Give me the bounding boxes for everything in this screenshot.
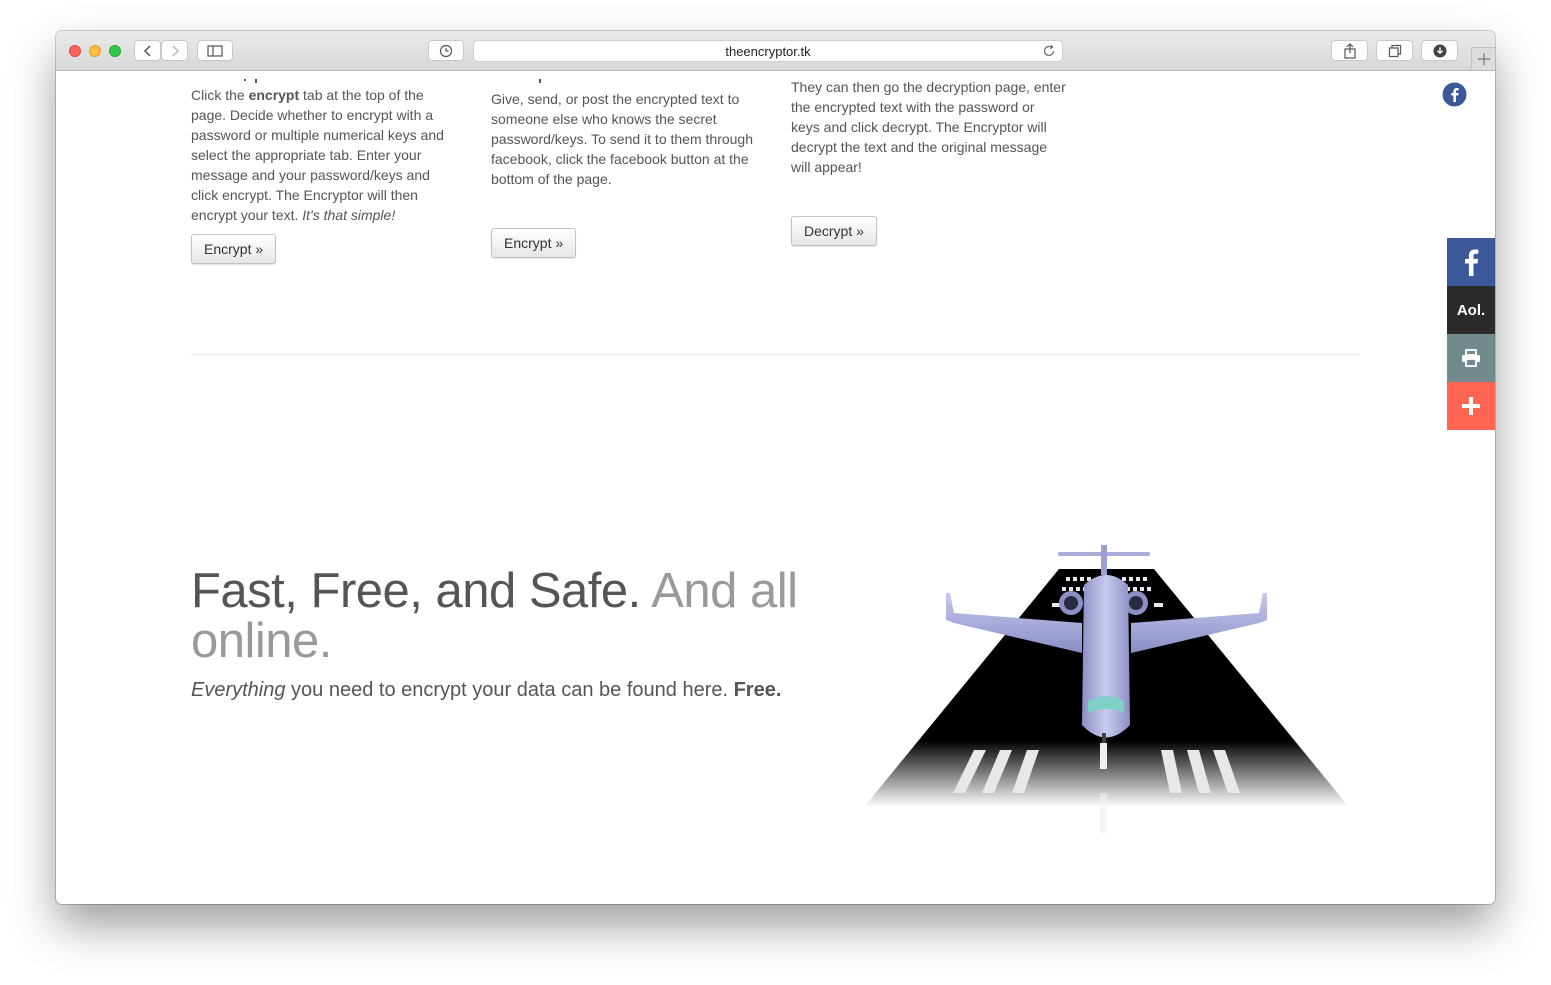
tabs-icon: [1388, 44, 1401, 57]
encrypt-button[interactable]: Encrypt »: [191, 234, 277, 264]
encrypt-button-2[interactable]: Encrypt »: [491, 228, 577, 258]
new-tab-button[interactable]: [1471, 47, 1495, 70]
plus-icon: [1477, 53, 1490, 65]
reload-icon[interactable]: [1042, 44, 1056, 58]
page-content: Click the encrypt tab at the top of the …: [56, 71, 1495, 904]
clock-icon: [439, 44, 453, 57]
step-send-text: Give, send, or post the encrypted text t…: [491, 91, 753, 187]
share-more-button[interactable]: [1447, 382, 1495, 430]
hero-title: Fast, Free, and Safe. And all online.: [191, 564, 798, 668]
downloads-button[interactable]: [1421, 40, 1458, 61]
section-divider: [191, 354, 1360, 355]
browser-window: theencryptor.tk Click the encrypt tab at…: [56, 31, 1495, 904]
share-aol-button[interactable]: Aol.: [1447, 286, 1495, 334]
zoom-window-button[interactable]: [109, 45, 121, 57]
aol-label: Aol.: [1456, 301, 1486, 319]
sidebar-toggle-button[interactable]: [197, 40, 233, 61]
share-print-button[interactable]: [1447, 334, 1495, 382]
tabs-overview-button[interactable]: [1376, 40, 1413, 61]
sidebar-icon: [207, 44, 223, 57]
decrypt-button[interactable]: Decrypt »: [791, 216, 877, 246]
minimize-window-button[interactable]: [89, 45, 101, 57]
url-text: theencryptor.tk: [725, 44, 811, 59]
printer-icon: [1462, 349, 1480, 367]
step-encrypt-column: Click the encrypt tab at the top of the …: [191, 85, 461, 225]
share-facebook-button[interactable]: [1447, 238, 1495, 286]
step-send-column: Give, send, or post the encrypted text t…: [491, 89, 766, 189]
address-bar[interactable]: theencryptor.tk: [473, 40, 1063, 62]
heading-fragment: [242, 71, 262, 83]
plus-icon: [1462, 397, 1480, 415]
step-encrypt-text: Click the encrypt tab at the top of the …: [191, 87, 444, 223]
heading-fragment: [535, 71, 547, 83]
chevron-right-icon: [171, 44, 179, 57]
share-icon: [1343, 42, 1356, 59]
chevron-left-icon: [143, 44, 151, 57]
facebook-icon[interactable]: [1442, 82, 1467, 112]
browser-toolbar: theencryptor.tk: [56, 31, 1495, 71]
download-icon: [1433, 44, 1446, 57]
runway-airplane-illustration: [864, 545, 1349, 833]
share-button[interactable]: [1331, 40, 1368, 61]
step-decrypt-column: They can then go the decryption page, en…: [791, 77, 1066, 177]
step-decrypt-text: They can then go the decryption page, en…: [791, 79, 1066, 175]
facebook-f-icon: [1465, 249, 1479, 276]
back-button[interactable]: [134, 40, 161, 61]
hero-subtitle: Everything you need to encrypt your data…: [191, 679, 782, 701]
history-button[interactable]: [428, 40, 464, 61]
close-window-button[interactable]: [69, 45, 81, 57]
forward-button[interactable]: [161, 40, 188, 61]
